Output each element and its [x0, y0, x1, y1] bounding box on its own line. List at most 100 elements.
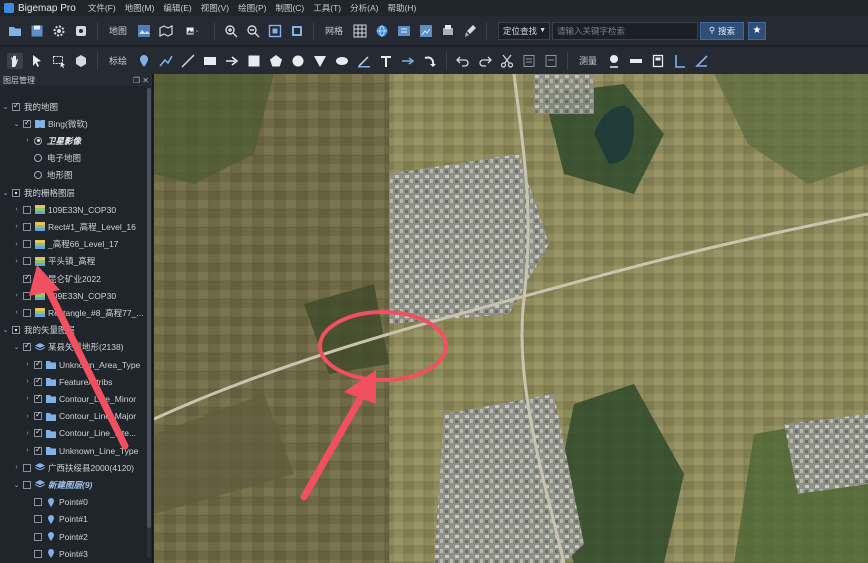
layer-tree-row[interactable]: › Contour_Line_Inte... [0, 425, 150, 442]
terrain-icon[interactable] [180, 23, 206, 39]
layer-tree-row[interactable]: › Contour_Line_Minor [0, 390, 150, 407]
layer-tree-row[interactable]: 昆仑矿业2022 [0, 270, 150, 287]
layer-checkbox[interactable] [34, 393, 42, 403]
layer-checkbox[interactable] [23, 273, 31, 283]
undo-icon[interactable] [455, 53, 471, 69]
menu-analysis[interactable]: 分析(A) [350, 2, 378, 14]
layer-tree-row[interactable]: Point#3 [0, 545, 150, 562]
expand-right-icon[interactable]: › [12, 206, 21, 213]
menu-help[interactable]: 帮助(H) [387, 2, 416, 14]
layer-tree-row[interactable]: Point#1 [0, 511, 150, 528]
menu-draw[interactable]: 绘图(P) [238, 2, 266, 14]
curve-arrow-icon[interactable] [422, 53, 438, 69]
direction-arrow-icon[interactable] [400, 53, 416, 69]
identify-icon[interactable] [73, 53, 89, 69]
expand-right-icon[interactable]: › [23, 430, 32, 437]
expand-down-icon[interactable]: ⌄ [1, 189, 10, 197]
layer-tree-row[interactable]: › Rectangle_#8_高程77_... [0, 304, 150, 321]
layer-checkbox[interactable] [23, 222, 31, 231]
save-icon[interactable] [29, 23, 45, 39]
settings-icon[interactable] [51, 23, 67, 39]
rectangle-icon[interactable] [246, 53, 262, 69]
measure-angle-icon[interactable] [694, 53, 710, 69]
layer-tree-row[interactable]: › Contour_Line_Major [0, 408, 150, 425]
layer-tree-row[interactable]: ⌄ 我的地图 [0, 98, 150, 115]
menu-file[interactable]: 文件(F) [88, 2, 116, 14]
plugin-icon[interactable] [73, 23, 89, 39]
measure-distance-icon[interactable] [628, 53, 644, 69]
layer-checkbox[interactable] [34, 359, 42, 369]
download-tiles-icon[interactable] [396, 23, 412, 39]
menu-view[interactable]: 视图(V) [201, 2, 229, 14]
expand-right-icon[interactable]: › [23, 447, 32, 454]
full-extent-icon[interactable] [267, 23, 283, 39]
expand-right-icon[interactable]: › [23, 378, 32, 385]
map-view[interactable] [154, 74, 868, 563]
layer-checkbox[interactable] [12, 101, 20, 111]
layer-tree-row[interactable]: ⌄ 我的矢量图层 [0, 322, 150, 339]
map-source-icon[interactable] [136, 23, 152, 39]
layer-tree-row[interactable]: ⌄ 新建图层(9) [0, 476, 150, 493]
open-folder-icon[interactable] [7, 23, 23, 39]
favorite-star-button[interactable]: ★ [748, 21, 767, 40]
search-button[interactable]: ⚲ 搜索 [700, 21, 745, 40]
cut-scissors-icon[interactable] [499, 53, 515, 69]
layer-checkbox[interactable] [23, 240, 31, 249]
layer-checkbox[interactable] [12, 326, 20, 335]
measure-height-icon[interactable] [672, 53, 688, 69]
layer-tree-row[interactable]: › 广西扶绥县2000(4120) [0, 459, 150, 476]
grid-icon[interactable] [352, 23, 368, 39]
layer-checkbox[interactable] [23, 118, 31, 128]
layer-checkbox[interactable] [34, 532, 42, 541]
expand-down-icon[interactable]: ⌄ [1, 326, 10, 334]
layer-panel-scrollbar[interactable] [147, 88, 151, 558]
layer-checkbox[interactable] [34, 445, 42, 455]
expand-right-icon[interactable]: › [12, 223, 21, 230]
arrow-line-icon[interactable] [224, 53, 240, 69]
expand-right-icon[interactable]: › [23, 395, 32, 402]
layer-tree-row[interactable]: ⌄ Bing(微软) [0, 115, 150, 132]
layer-checkbox[interactable] [12, 188, 20, 197]
circle-icon[interactable] [290, 53, 306, 69]
layer-checkbox[interactable] [34, 498, 42, 507]
search-input[interactable] [552, 21, 699, 40]
expand-right-icon[interactable]: › [23, 413, 32, 420]
layer-checkbox[interactable] [34, 515, 42, 524]
layer-radio[interactable] [34, 171, 42, 180]
expand-right-icon[interactable]: › [12, 241, 21, 248]
point-pin-icon[interactable] [136, 53, 152, 69]
layer-checkbox[interactable] [23, 257, 31, 266]
layer-tree-row[interactable]: › 109E33N_COP30 [0, 201, 150, 218]
layer-checkbox[interactable] [34, 376, 42, 386]
layer-tree-row[interactable]: › Unknown_Area_Type [0, 356, 150, 373]
clear-brush-icon[interactable] [462, 23, 478, 39]
pan-hand-icon[interactable] [7, 52, 23, 69]
scrollbar-thumb[interactable] [147, 88, 151, 528]
fit-window-icon[interactable] [289, 23, 305, 39]
box-select-icon[interactable] [51, 53, 67, 69]
expand-right-icon[interactable]: › [23, 137, 32, 144]
expand-right-icon[interactable]: › [23, 361, 32, 368]
expand-down-icon[interactable]: ⌄ [12, 481, 21, 489]
menu-edit[interactable]: 编辑(E) [163, 2, 191, 14]
layer-tree-row[interactable]: ⌄ 某县矢量地形(2138) [0, 339, 150, 356]
layer-checkbox[interactable] [23, 308, 31, 317]
measure-point-icon[interactable] [606, 53, 622, 69]
paste-icon[interactable] [543, 53, 559, 69]
layer-tree-row[interactable]: › Rect#1_高程_Level_16 [0, 218, 150, 235]
layer-radio[interactable] [34, 136, 42, 145]
line-icon[interactable] [180, 53, 196, 69]
expand-right-icon[interactable]: › [12, 464, 21, 471]
expand-down-icon[interactable]: ⌄ [12, 343, 21, 351]
layer-tree-row[interactable]: ⌄ 我的栅格图层 [0, 184, 150, 201]
layer-radio[interactable] [34, 154, 42, 163]
text-label-icon[interactable] [378, 53, 394, 69]
expand-right-icon[interactable]: › [12, 309, 21, 316]
layer-tree-row[interactable]: 地形图 [0, 167, 150, 184]
rectangle-outline-icon[interactable] [202, 53, 218, 69]
layer-tree-row[interactable]: › 卫星影像 [0, 132, 150, 149]
layer-checkbox[interactable] [34, 549, 42, 558]
zoom-out-icon[interactable] [245, 23, 261, 39]
layer-checkbox[interactable] [23, 480, 31, 489]
layer-tree-row[interactable]: › FeatureAttribs [0, 373, 150, 390]
